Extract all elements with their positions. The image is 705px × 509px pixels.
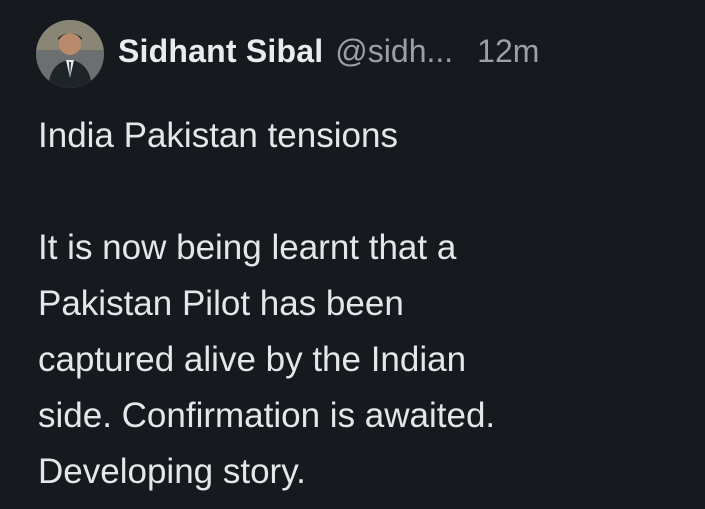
author-handle[interactable]: @sidh...	[335, 33, 453, 70]
tweet-line: side. Confirmation is awaited.	[38, 396, 496, 435]
timestamp[interactable]: 12m	[477, 33, 539, 70]
tweet-header: Sidhant Sibal @sidh... 12m	[36, 20, 539, 88]
author-name[interactable]: Sidhant Sibal	[118, 33, 323, 70]
avatar[interactable]	[36, 20, 104, 88]
tweet-text: India Pakistan tensions It is now being …	[38, 108, 678, 500]
tweet-line: Pakistan Pilot has been	[38, 284, 404, 323]
tweet-line: It is now being learnt that a	[38, 228, 457, 267]
author-meta: Sidhant Sibal @sidh... 12m	[118, 33, 539, 70]
tweet-card[interactable]: Sidhant Sibal @sidh... 12m India Pakista…	[0, 0, 705, 509]
tweet-line: Developing story.	[38, 452, 306, 491]
tweet-line: captured alive by the Indian	[38, 340, 467, 379]
profile-photo-icon	[36, 20, 104, 88]
tweet-line: India Pakistan tensions	[38, 116, 398, 155]
